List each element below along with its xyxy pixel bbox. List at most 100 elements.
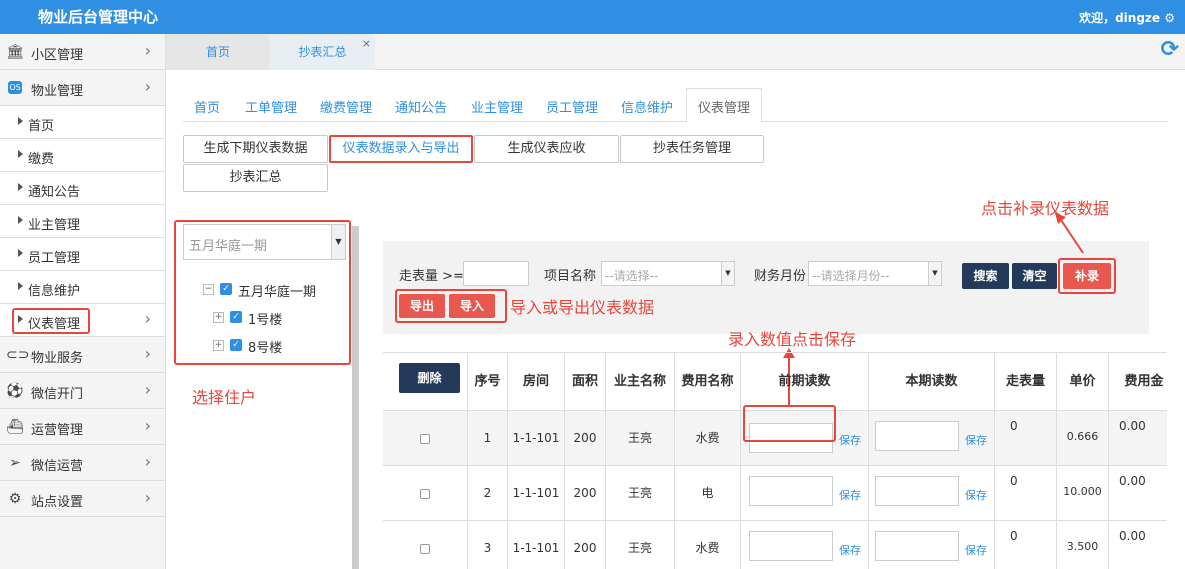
table-cell-select <box>383 521 468 569</box>
gears-icon: ⚙ <box>8 491 22 507</box>
sidebar-sub-owner[interactable]: 业主管理 <box>0 205 165 238</box>
tree-node-building-8[interactable]: + ✓ 8号楼 <box>213 338 333 356</box>
send-icon: ➢ <box>9 455 21 471</box>
nav-notice[interactable]: 通知公告 <box>395 97 447 116</box>
sidebar: 🏛 小区管理 › OS 物业管理 › 首页 缴费 通知公告 业主管理 员工管理 … <box>0 34 166 569</box>
search-button[interactable]: 搜索 <box>962 263 1009 289</box>
expand-icon[interactable]: + <box>213 312 224 323</box>
sidebar-item-wechat-ops[interactable]: ➢ 微信运营 › <box>0 445 165 481</box>
top-header: 物业后台管理中心 欢迎，dingze ⚙ <box>0 0 1185 34</box>
meter-task-button[interactable]: 抄表任务管理 <box>620 135 764 163</box>
caret-right-icon <box>18 282 23 290</box>
curr-reading-input[interactable] <box>875 531 959 561</box>
save-link[interactable]: 保存 <box>839 432 861 448</box>
sidebar-sub-home[interactable]: 首页 <box>0 106 165 139</box>
checkbox-checked-icon[interactable]: ✓ <box>230 339 242 351</box>
tree-node-building-1[interactable]: + ✓ 1号楼 <box>213 310 333 328</box>
table-cell: 1-1-101 <box>508 411 565 466</box>
prev-reading-input[interactable] <box>749 531 833 561</box>
table-cell-curr: 保存 <box>869 466 995 521</box>
meter-input[interactable] <box>463 261 529 286</box>
nav-home[interactable]: 首页 <box>194 97 220 116</box>
table-cell: 0 <box>995 521 1057 569</box>
close-icon[interactable]: × <box>362 26 371 62</box>
panel-splitter[interactable] <box>352 226 359 569</box>
sidebar-item-site-settings[interactable]: ⚙ 站点设置 › <box>0 481 165 517</box>
month-label: 财务月份 <box>754 269 807 284</box>
sidebar-sub-info[interactable]: 信息维护 <box>0 271 165 304</box>
export-button[interactable]: 导出 <box>399 294 445 318</box>
sidebar-sub-staff[interactable]: 员工管理 <box>0 238 165 271</box>
generate-receivable-button[interactable]: 生成仪表应收 <box>474 135 619 163</box>
checkbox-checked-icon[interactable]: ✓ <box>220 283 232 295</box>
delete-button[interactable]: 删除 <box>399 363 460 393</box>
row-checkbox[interactable] <box>420 488 430 499</box>
sidebar-item-label: 业主管理 <box>28 218 81 233</box>
sidebar-item-community[interactable]: 🏛 小区管理 › <box>0 34 165 70</box>
table-cell: 200 <box>565 411 606 466</box>
clear-button[interactable]: 清空 <box>1012 263 1057 289</box>
checkbox-checked-icon[interactable]: ✓ <box>230 311 242 323</box>
module-nav: 首页 工单管理 缴费管理 通知公告 业主管理 员工管理 信息维护 仪表管理 <box>183 88 1168 123</box>
nav-workorder[interactable]: 工单管理 <box>245 97 297 116</box>
tree-node-root[interactable]: − ✓ 五月华庭一期 <box>203 282 343 300</box>
month-select[interactable]: --请选择月份-- ▼ <box>808 261 942 286</box>
save-link[interactable]: 保存 <box>965 487 987 503</box>
meter-entry-export-button[interactable]: 仪表数据录入与导出 <box>329 135 473 163</box>
nav-staff[interactable]: 员工管理 <box>546 97 598 116</box>
caret-right-icon <box>18 117 23 125</box>
table-cell-prev: 保存 <box>741 521 869 569</box>
select-value: 五月华庭一期 <box>189 239 268 254</box>
curr-reading-input[interactable] <box>875 421 959 451</box>
annotation-import-export: 导入或导出仪表数据 <box>510 298 655 317</box>
table-cell: 王亮 <box>606 411 675 466</box>
save-link[interactable]: 保存 <box>965 432 987 448</box>
prev-reading-input[interactable] <box>749 476 833 506</box>
generate-next-meter-button[interactable]: 生成下期仪表数据 <box>183 135 328 163</box>
table-cell: 0.666 <box>1057 411 1109 466</box>
sidebar-item-wechat-door[interactable]: ⚽ 微信开门 › <box>0 373 165 409</box>
nav-info[interactable]: 信息维护 <box>621 97 673 116</box>
sidebar-sub-payment[interactable]: 缴费 <box>0 139 165 172</box>
tab-meter-summary[interactable]: 抄表汇总 × <box>270 34 375 70</box>
save-link[interactable]: 保存 <box>839 542 861 558</box>
community-select[interactable]: 五月华庭一期 ▼ <box>183 224 346 260</box>
supplement-button[interactable]: 补录 <box>1063 263 1111 289</box>
nav-payment[interactable]: 缴费管理 <box>320 97 372 116</box>
sidebar-item-label: 仪表管理 <box>28 317 81 332</box>
curr-reading-input[interactable] <box>875 476 959 506</box>
sidebar-item-property[interactable]: OS 物业管理 › <box>0 70 165 106</box>
sidebar-sub-notice[interactable]: 通知公告 <box>0 172 165 205</box>
sidebar-item-label: 信息维护 <box>28 284 81 299</box>
bank-icon: 🏛 <box>6 44 24 60</box>
user-greeting[interactable]: 欢迎，dingze ⚙ <box>1079 9 1175 26</box>
meter-summary-button[interactable]: 抄表汇总 <box>183 164 328 192</box>
sidebar-item-label: 小区管理 <box>31 48 84 63</box>
table-header-cell: 本期读数 <box>869 353 995 411</box>
meter-label: 走表量 >= <box>399 269 464 284</box>
caret-right-icon <box>18 183 23 191</box>
project-select[interactable]: --请选择-- ▼ <box>601 261 735 286</box>
import-button[interactable]: 导入 <box>449 294 495 318</box>
sidebar-item-operations[interactable]: ⛴ 运营管理 › <box>0 409 165 445</box>
collapse-icon[interactable]: − <box>203 284 214 295</box>
tab-home[interactable]: 首页 <box>166 34 270 70</box>
refresh-icon[interactable]: ⟳ <box>1161 37 1179 62</box>
expand-icon[interactable]: + <box>213 340 224 351</box>
save-link[interactable]: 保存 <box>965 542 987 558</box>
sidebar-sub-meter[interactable]: 仪表管理 › <box>0 304 165 337</box>
nav-owner[interactable]: 业主管理 <box>471 97 523 116</box>
table-cell: 200 <box>565 521 606 569</box>
sidebar-item-label: 微信开门 <box>31 387 84 402</box>
row-checkbox[interactable] <box>420 543 430 554</box>
caret-right-icon <box>18 216 23 224</box>
table-cell: 水费 <box>675 411 741 466</box>
table-cell: 2 <box>468 466 508 521</box>
arrow-icon <box>1055 213 1084 254</box>
save-link[interactable]: 保存 <box>839 487 861 503</box>
row-checkbox[interactable] <box>420 433 430 444</box>
nav-meter[interactable]: 仪表管理 <box>686 88 763 123</box>
sidebar-item-service[interactable]: ⊂⊃ 物业服务 › <box>0 337 165 373</box>
caret-down-icon: ▼ <box>331 225 345 259</box>
table-cell: 王亮 <box>606 521 675 569</box>
